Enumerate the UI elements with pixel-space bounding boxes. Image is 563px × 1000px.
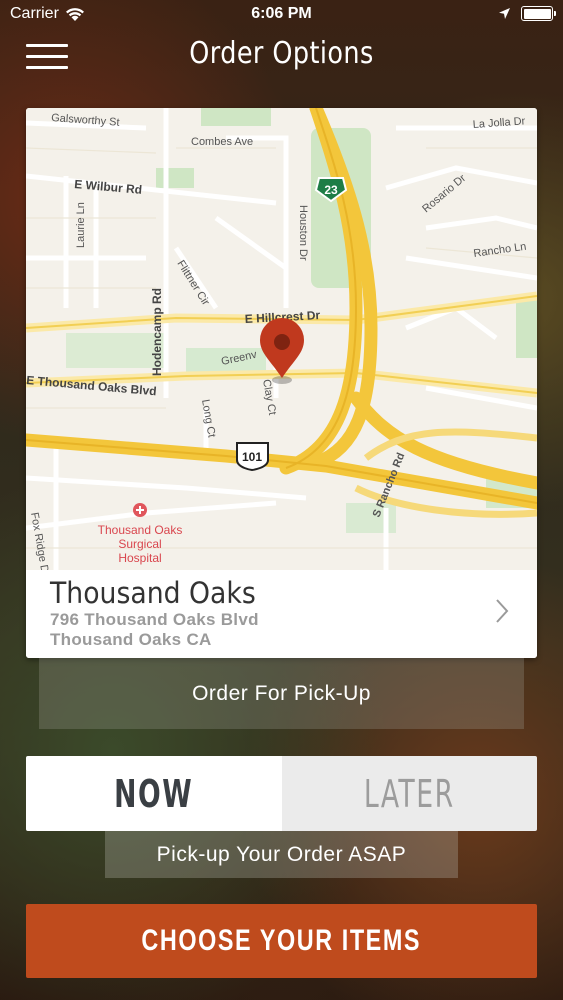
now-option[interactable]: NOW — [26, 756, 282, 831]
state-route-number: 23 — [324, 183, 338, 197]
location-arrow-icon — [499, 8, 510, 19]
page-title: Order Options — [189, 36, 374, 71]
store-card: Galsworthy St Combes Ave La Jolla Dr E W… — [26, 108, 537, 658]
status-time: 6:06 PM — [251, 5, 312, 22]
nav-bar: Order Options — [0, 30, 563, 80]
map-label-street: Long Ct — [199, 398, 218, 438]
store-info-row[interactable]: Thousand Oaks 796 Thousand Oaks Blvd Tho… — [26, 570, 537, 658]
order-mode-label[interactable]: Order For Pick-Up — [39, 658, 524, 729]
map-label-street: Combes Ave — [191, 136, 253, 148]
now-label: NOW — [114, 771, 194, 816]
map-label-street: Flittner Cir — [174, 258, 211, 308]
map-canvas[interactable]: Galsworthy St Combes Ave La Jolla Dr E W… — [26, 108, 537, 574]
us-route-number: 101 — [242, 450, 262, 464]
map-label-street: Houston Dr — [297, 205, 309, 261]
store-name: Thousand Oaks — [50, 576, 256, 610]
map-label-street: Rancho Ln — [473, 241, 527, 260]
later-option[interactable]: LATER — [281, 756, 537, 831]
store-map[interactable]: Galsworthy St Combes Ave La Jolla Dr E W… — [26, 108, 537, 574]
hospital-label-line2: Surgical — [118, 537, 161, 551]
map-label-street: Hodencamp Rd — [150, 288, 164, 376]
map-label-street: Laurie Ln — [75, 202, 87, 248]
map-label-street: Fox Ridge D — [28, 511, 50, 570]
us-route-shield-icon: 101 — [236, 442, 269, 472]
battery-fill — [523, 8, 551, 19]
later-label: LATER — [363, 771, 455, 816]
timing-segmented-control: NOW LATER — [26, 756, 537, 831]
status-bar: Carrier 6:06 PM — [0, 0, 563, 30]
store-address-line1: 796 Thousand Oaks Blvd — [50, 610, 259, 629]
choose-items-button[interactable]: CHOOSE YOUR ITEMS — [26, 904, 537, 978]
chevron-right-icon[interactable] — [495, 598, 509, 624]
map-label-street: E Wilbur Rd — [74, 177, 143, 197]
hospital-label-line1: Thousand Oaks — [98, 523, 183, 537]
choose-items-label: CHOOSE YOUR ITEMS — [141, 924, 422, 957]
hospital-label-line3: Hospital — [118, 551, 161, 565]
store-address-line2: Thousand Oaks CA — [50, 630, 212, 649]
battery-icon — [521, 6, 556, 21]
status-right — [498, 6, 556, 21]
timing-note: Pick-up Your Order ASAP — [105, 831, 458, 878]
